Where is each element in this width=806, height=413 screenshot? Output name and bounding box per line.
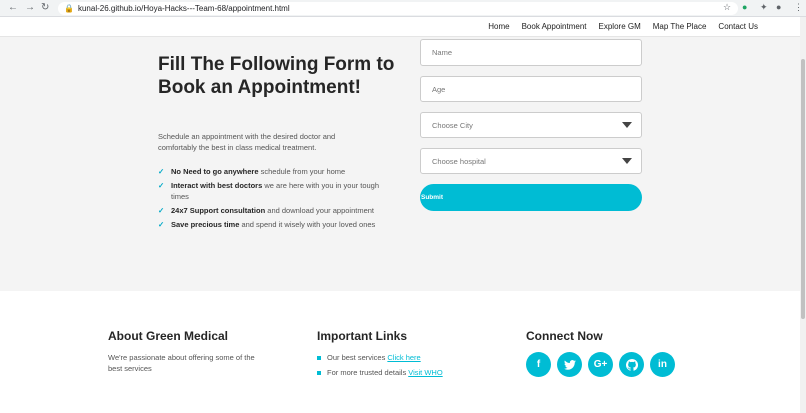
star-icon[interactable]: ☆	[723, 2, 731, 13]
feature-item: ✓ Interact with best doctors we are here…	[158, 181, 379, 201]
footer-connect: Connect Now f G+ in	[526, 329, 675, 377]
footer-links-title: Important Links	[317, 329, 408, 343]
top-navbar: Home Book Appointment Explore GM Map The…	[0, 17, 800, 37]
twitter-icon[interactable]	[557, 352, 582, 377]
chevron-down-icon	[622, 122, 632, 128]
facebook-icon[interactable]: f	[526, 352, 551, 377]
appointment-form: Name Age Choose City Choose hospital Sub…	[420, 39, 642, 211]
page-title: Fill The Following Form to Book an Appoi…	[158, 54, 395, 98]
visit-who-link[interactable]: Visit WHO	[408, 367, 442, 378]
nav-book-appointment[interactable]: Book Appointment	[522, 22, 587, 31]
menu-icon[interactable]: ⋮	[794, 2, 803, 13]
scrollbar-thumb[interactable]	[801, 59, 805, 319]
name-field[interactable]: Name	[420, 39, 642, 66]
hero-subtitle: Schedule an appointment with the desired…	[158, 132, 336, 152]
age-field[interactable]: Age	[420, 76, 642, 102]
page: Home Book Appointment Explore GM Map The…	[0, 17, 800, 413]
hospital-select[interactable]: Choose hospital	[420, 148, 642, 174]
city-select[interactable]: Choose City	[420, 112, 642, 138]
google-plus-icon[interactable]: G+	[588, 352, 613, 377]
click-here-link[interactable]: Click here	[387, 352, 420, 363]
submit-button[interactable]: Submit	[420, 184, 642, 211]
github-icon[interactable]	[619, 352, 644, 377]
back-icon[interactable]: ←	[8, 2, 18, 13]
avatar[interactable]: ●	[776, 2, 781, 12]
check-icon: ✓	[158, 206, 165, 215]
scrollbar[interactable]	[800, 17, 806, 413]
address-bar[interactable]: 🔒 kunal-26.github.io/Hoya-Hacks---Team-6…	[58, 2, 738, 15]
url-text: kunal-26.github.io/Hoya-Hacks---Team-68/…	[77, 4, 290, 13]
lock-icon: 🔒	[64, 4, 74, 13]
list-item: Our best services Click here	[317, 352, 443, 363]
browser-toolbar: ← → ↻ 🔒 kunal-26.github.io/Hoya-Hacks---…	[0, 0, 806, 17]
footer-links: Important Links Our best services Click …	[317, 329, 443, 382]
check-icon: ✓	[158, 220, 165, 229]
footer-about-title: About Green Medical	[108, 329, 229, 343]
check-icon: ✓	[158, 167, 165, 176]
linkedin-icon[interactable]: in	[650, 352, 675, 377]
forward-icon[interactable]: →	[25, 2, 35, 13]
extension-green-icon[interactable]: ●	[742, 2, 747, 12]
feature-list: ✓ No Need to go anywhere schedule from y…	[158, 166, 398, 233]
nav-map-the-place[interactable]: Map The Place	[653, 22, 707, 31]
footer-about-text: We're passionate about offering some of …	[108, 353, 255, 373]
nav-explore-gm[interactable]: Explore GM	[599, 22, 641, 31]
footer: About Green Medical We're passionate abo…	[0, 291, 800, 413]
feature-item: ✓ 24x7 Support consultation and download…	[158, 206, 375, 215]
footer-about: About Green Medical We're passionate abo…	[108, 329, 268, 374]
feature-item: ✓ No Need to go anywhere schedule from y…	[158, 167, 346, 176]
reload-icon[interactable]: ↻	[41, 2, 49, 13]
feature-item: ✓ Save precious time and spend it wisely…	[158, 220, 376, 229]
nav-contact-us[interactable]: Contact Us	[718, 22, 758, 31]
puzzle-icon[interactable]: ✦	[760, 2, 768, 13]
check-icon: ✓	[158, 181, 165, 190]
nav-home[interactable]: Home	[488, 22, 509, 31]
list-item: For more trusted details Visit WHO	[317, 367, 443, 378]
footer-connect-title: Connect Now	[526, 329, 603, 343]
chevron-down-icon	[622, 158, 632, 164]
